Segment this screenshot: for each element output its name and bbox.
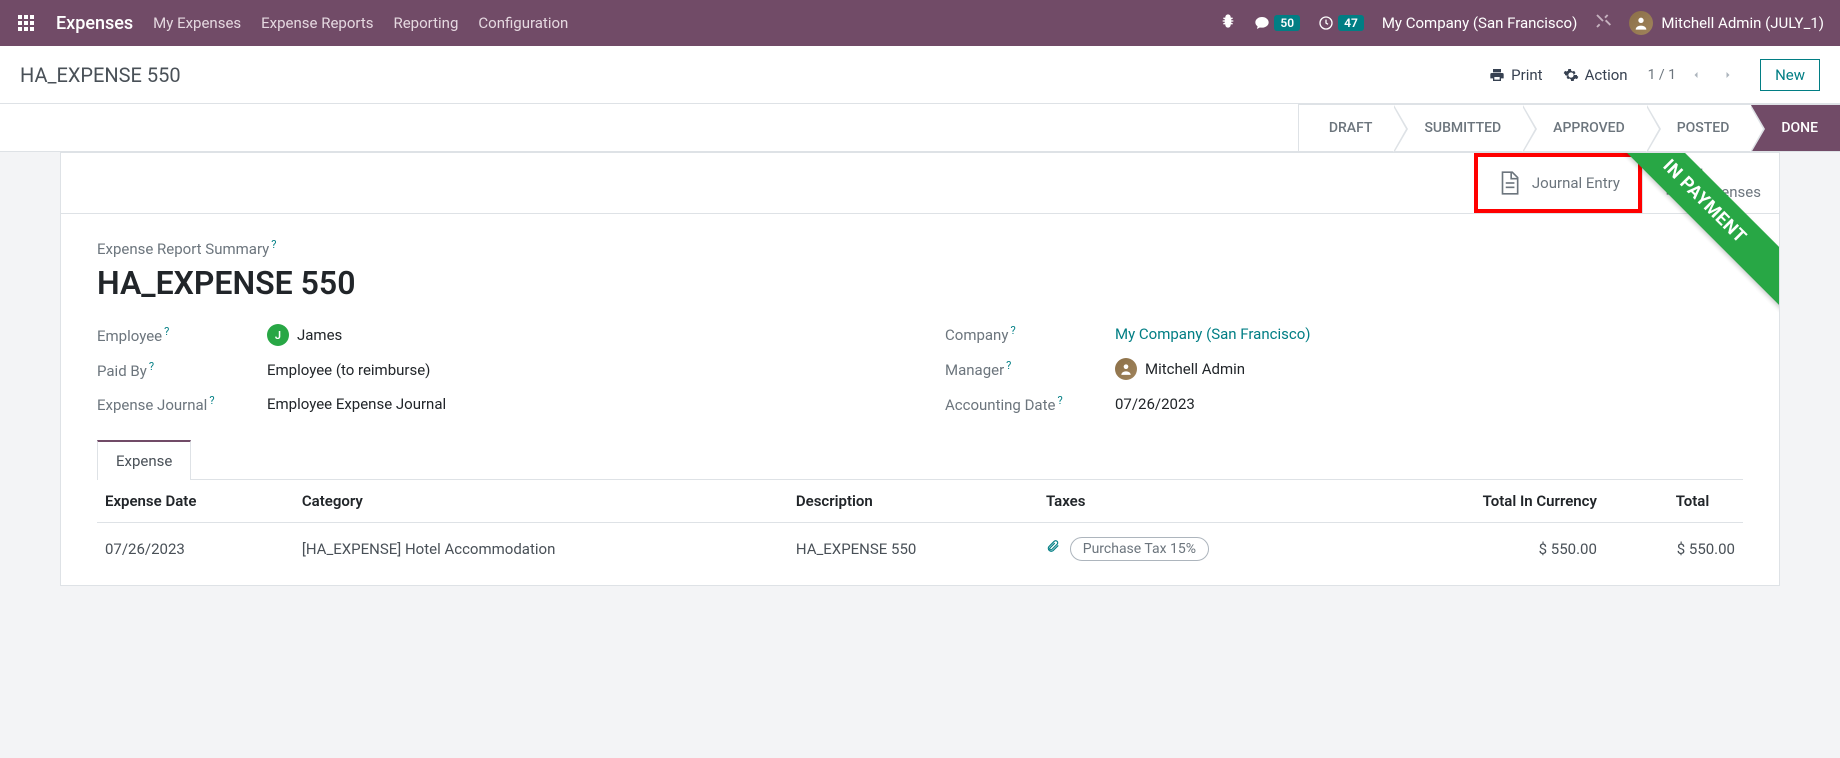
nav-my-expenses[interactable]: My Expenses: [153, 14, 241, 32]
employee-avatar-icon: J: [267, 324, 289, 346]
status-draft[interactable]: DRAFT: [1298, 104, 1395, 151]
document-icon: [1496, 170, 1522, 196]
action-button[interactable]: Action: [1563, 66, 1628, 84]
label-manager: Manager?: [945, 359, 1115, 379]
th-taxes[interactable]: Taxes: [1038, 480, 1366, 523]
status-approved[interactable]: APPROVED: [1523, 104, 1647, 151]
help-icon[interactable]: ?: [1010, 324, 1015, 337]
help-icon[interactable]: ?: [1057, 394, 1062, 407]
gear-icon: [1563, 67, 1579, 83]
value-accounting-date: 07/26/2023: [1115, 395, 1195, 413]
status-bar: DRAFT SUBMITTED APPROVED POSTED DONE: [0, 104, 1840, 152]
form-sheet: IN PAYMENT Journal Entry 1 Expenses Expe…: [60, 152, 1780, 586]
status-submitted[interactable]: SUBMITTED: [1394, 104, 1523, 151]
messages-indicator[interactable]: 50: [1254, 15, 1300, 31]
label-journal: Expense Journal?: [97, 394, 267, 414]
help-icon[interactable]: ?: [209, 394, 214, 407]
pager-text[interactable]: 1 / 1: [1648, 67, 1676, 83]
th-category[interactable]: Category: [294, 480, 788, 523]
print-icon: [1489, 67, 1505, 83]
print-button[interactable]: Print: [1489, 66, 1542, 84]
cell-total-cur: $ 550.00: [1366, 523, 1605, 576]
pager-next[interactable]: [1716, 63, 1740, 87]
pager-prev[interactable]: [1684, 63, 1708, 87]
expense-table: Expense Date Category Description Taxes …: [97, 480, 1743, 575]
activities-indicator[interactable]: 47: [1318, 15, 1364, 31]
th-total-cur[interactable]: Total In Currency: [1366, 480, 1605, 523]
messages-count: 50: [1274, 15, 1300, 31]
breadcrumb[interactable]: HA_EXPENSE 550: [20, 63, 181, 87]
record-title: HA_EXPENSE 550: [97, 264, 1743, 302]
value-paid-by: Employee (to reimburse): [267, 361, 430, 379]
value-manager[interactable]: Mitchell Admin: [1115, 358, 1245, 380]
tab-expense[interactable]: Expense: [97, 440, 191, 480]
nav-expense-reports[interactable]: Expense Reports: [261, 14, 373, 32]
th-date[interactable]: Expense Date: [97, 480, 294, 523]
label-company: Company?: [945, 324, 1115, 344]
company-selector[interactable]: My Company (San Francisco): [1382, 14, 1577, 32]
manager-avatar-icon: [1115, 358, 1137, 380]
adjust-icon[interactable]: [1719, 494, 1735, 510]
help-icon[interactable]: ?: [149, 360, 154, 373]
nav-configuration[interactable]: Configuration: [478, 14, 568, 32]
help-icon[interactable]: ?: [1006, 359, 1011, 372]
table-row[interactable]: 07/26/2023 [HA_EXPENSE] Hotel Accommodat…: [97, 523, 1743, 576]
cell-description: HA_EXPENSE 550: [788, 523, 1038, 576]
clock-icon: [1318, 15, 1334, 31]
control-panel: HA_EXPENSE 550 Print Action 1 / 1 New: [0, 46, 1840, 104]
summary-label: Expense Report Summary?: [97, 238, 1743, 258]
value-employee[interactable]: J James: [267, 324, 342, 346]
tax-tag[interactable]: Purchase Tax 15%: [1070, 537, 1209, 561]
status-done[interactable]: DONE: [1751, 104, 1840, 151]
label-employee: Employee?: [97, 325, 267, 345]
user-name: Mitchell Admin (JULY_1): [1661, 14, 1824, 32]
value-company[interactable]: My Company (San Francisco): [1115, 325, 1310, 343]
th-description[interactable]: Description: [788, 480, 1038, 523]
label-paid-by: Paid By?: [97, 360, 267, 380]
cell-category: [HA_EXPENSE] Hotel Accommodation: [294, 523, 788, 576]
attachment-icon[interactable]: [1046, 539, 1064, 557]
cell-date: 07/26/2023: [97, 523, 294, 576]
chat-icon: [1254, 15, 1270, 31]
user-avatar-icon: [1629, 11, 1653, 35]
help-icon[interactable]: ?: [271, 238, 276, 251]
apps-icon[interactable]: [16, 13, 36, 33]
top-navbar: Expenses My Expenses Expense Reports Rep…: [0, 0, 1840, 46]
value-journal: Employee Expense Journal: [267, 395, 446, 413]
activities-count: 47: [1338, 15, 1364, 31]
th-total[interactable]: Total: [1605, 480, 1743, 523]
pager: 1 / 1: [1648, 63, 1740, 87]
app-brand[interactable]: Expenses: [56, 13, 133, 34]
cell-taxes: Purchase Tax 15%: [1038, 523, 1366, 576]
help-icon[interactable]: ?: [164, 325, 169, 338]
label-accounting-date: Accounting Date?: [945, 394, 1115, 414]
journal-entry-button[interactable]: Journal Entry: [1474, 153, 1642, 213]
cell-total: $ 550.00: [1605, 523, 1743, 576]
new-button[interactable]: New: [1760, 59, 1820, 91]
user-menu[interactable]: Mitchell Admin (JULY_1): [1629, 11, 1824, 35]
bug-icon[interactable]: [1220, 13, 1236, 33]
status-posted[interactable]: POSTED: [1647, 104, 1752, 151]
nav-reporting[interactable]: Reporting: [393, 14, 458, 32]
tools-icon[interactable]: [1595, 13, 1611, 33]
